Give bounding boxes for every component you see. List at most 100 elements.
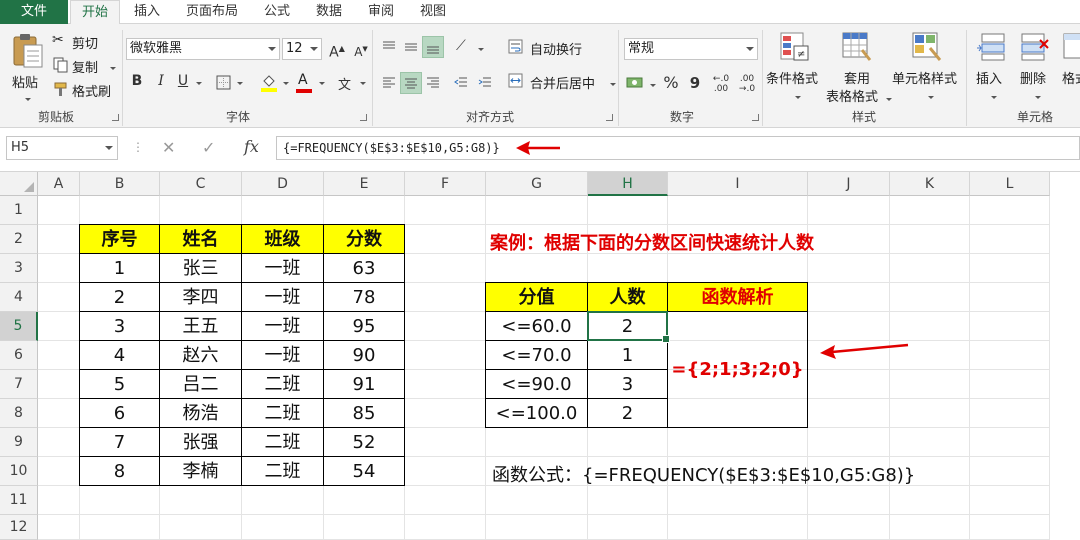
formula-input[interactable]: {=FREQUENCY($E$3:$E$10,G5:G8)} bbox=[276, 136, 1080, 160]
score-table-cell-score[interactable]: 91 bbox=[324, 370, 405, 399]
sheet-cell[interactable] bbox=[890, 196, 970, 225]
row-header-8[interactable]: 8 bbox=[0, 399, 38, 428]
column-header-i[interactable]: I bbox=[668, 172, 808, 196]
score-table-cell-seq-no[interactable]: 2 bbox=[80, 283, 160, 312]
sheet-cell[interactable] bbox=[405, 341, 486, 370]
sheet-cell[interactable] bbox=[405, 515, 486, 540]
conditional-formatting-button[interactable]: ≠ 条件格式 bbox=[766, 30, 826, 106]
sheet-cell[interactable] bbox=[890, 515, 970, 540]
sheet-cell[interactable] bbox=[38, 457, 80, 486]
column-header-j[interactable]: J bbox=[808, 172, 890, 196]
sheet-cell[interactable] bbox=[890, 370, 970, 399]
increase-decimal-button[interactable]: ←.0.00 bbox=[710, 72, 732, 94]
sheet-cell[interactable] bbox=[486, 428, 588, 457]
sheet-cell[interactable] bbox=[890, 283, 970, 312]
score-table-cell-class[interactable]: 二班 bbox=[242, 457, 324, 486]
font-size-combo[interactable]: 12 bbox=[282, 38, 322, 60]
font-launcher-icon[interactable] bbox=[360, 114, 367, 121]
sheet-cell[interactable] bbox=[970, 399, 1050, 428]
column-header-k[interactable]: K bbox=[890, 172, 970, 196]
column-header-e[interactable]: E bbox=[324, 172, 405, 196]
sheet-cell[interactable] bbox=[405, 254, 486, 283]
tab-home[interactable]: 开始 bbox=[70, 0, 120, 25]
score-table-cell-name[interactable]: 杨浩 bbox=[160, 399, 242, 428]
italic-button[interactable]: I bbox=[150, 70, 172, 92]
tab-data[interactable]: 数据 bbox=[306, 0, 352, 24]
sheet-cell[interactable] bbox=[38, 312, 80, 341]
font-name-combo[interactable]: 微软雅黑 bbox=[126, 38, 280, 60]
wrap-text-button[interactable]: 自动换行 bbox=[508, 38, 598, 58]
grow-font-button[interactable]: A▲ bbox=[326, 38, 348, 61]
sheet-cell[interactable] bbox=[38, 196, 80, 225]
score-table-cell-name[interactable]: 吕二 bbox=[160, 370, 242, 399]
freq-table-cell-count[interactable]: 2 bbox=[588, 399, 668, 428]
freq-table-cell-range[interactable]: <=70.0 bbox=[486, 341, 588, 370]
name-box[interactable]: H5 bbox=[6, 136, 118, 160]
sheet-cell[interactable] bbox=[890, 399, 970, 428]
underline-dropdown-icon[interactable] bbox=[194, 76, 202, 90]
sheet-cell[interactable] bbox=[80, 196, 160, 225]
tab-view[interactable]: 视图 bbox=[410, 0, 456, 24]
sheet-cell[interactable] bbox=[668, 254, 808, 283]
copy-button[interactable]: 复制 bbox=[52, 56, 120, 76]
freq-table-cell-range[interactable]: <=60.0 bbox=[486, 312, 588, 341]
delete-cells-button[interactable]: 删除 bbox=[1016, 30, 1056, 106]
sheet-cell[interactable] bbox=[38, 515, 80, 540]
fill-color-button[interactable] bbox=[258, 72, 292, 94]
score-table-cell-score[interactable]: 63 bbox=[324, 254, 405, 283]
sheet-cell[interactable] bbox=[80, 515, 160, 540]
score-table-cell-seq-no[interactable]: 6 bbox=[80, 399, 160, 428]
column-header-h[interactable]: H bbox=[588, 172, 668, 196]
score-table-cell-name[interactable]: 王五 bbox=[160, 312, 242, 341]
borders-button[interactable] bbox=[214, 74, 246, 92]
sheet-cell[interactable] bbox=[588, 254, 668, 283]
row-header-6[interactable]: 6 bbox=[0, 341, 38, 370]
sheet-cell[interactable] bbox=[808, 254, 890, 283]
sheet-cell[interactable] bbox=[588, 486, 668, 515]
row-header-1[interactable]: 1 bbox=[0, 196, 38, 225]
cancel-edit-button[interactable]: ✕ bbox=[162, 138, 175, 157]
freq-table-header-count[interactable]: 人数 bbox=[588, 283, 668, 312]
sheet-cell[interactable] bbox=[808, 225, 890, 254]
score-table-cell-class[interactable]: 一班 bbox=[242, 341, 324, 370]
sheet-cell[interactable] bbox=[405, 370, 486, 399]
comma-style-button[interactable]: 9 bbox=[684, 72, 706, 94]
percent-style-button[interactable]: % bbox=[660, 72, 682, 94]
format-painter-button[interactable]: 格式刷 bbox=[52, 80, 118, 100]
score-table-header-class[interactable]: 班级 bbox=[242, 225, 324, 254]
phonetic-button[interactable]: 文 bbox=[334, 72, 368, 94]
sheet-cell[interactable] bbox=[970, 515, 1050, 540]
tab-page-layout[interactable]: 页面布局 bbox=[176, 0, 248, 24]
sheet-cell[interactable] bbox=[808, 370, 890, 399]
score-table-cell-seq-no[interactable]: 4 bbox=[80, 341, 160, 370]
sheet-cell[interactable] bbox=[890, 428, 970, 457]
column-header-d[interactable]: D bbox=[242, 172, 324, 196]
sheet-cell[interactable] bbox=[808, 486, 890, 515]
tab-review[interactable]: 审阅 bbox=[358, 0, 404, 24]
sheet-cell[interactable] bbox=[808, 515, 890, 540]
row-header-2[interactable]: 2 bbox=[0, 225, 38, 254]
sheet-cell[interactable] bbox=[588, 196, 668, 225]
row-header-9[interactable]: 9 bbox=[0, 428, 38, 457]
sheet-cell[interactable] bbox=[970, 283, 1050, 312]
paste-button[interactable]: 粘贴 bbox=[8, 30, 48, 106]
sheet-cell[interactable] bbox=[970, 196, 1050, 225]
score-table-cell-class[interactable]: 二班 bbox=[242, 399, 324, 428]
score-table-cell-seq-no[interactable]: 8 bbox=[80, 457, 160, 486]
column-header-g[interactable]: G bbox=[486, 172, 588, 196]
sheet-cell[interactable] bbox=[588, 428, 668, 457]
score-table-cell-name[interactable]: 张三 bbox=[160, 254, 242, 283]
sheet-cell[interactable] bbox=[890, 312, 970, 341]
sheet-cell[interactable] bbox=[160, 515, 242, 540]
score-table-cell-seq-no[interactable]: 1 bbox=[80, 254, 160, 283]
row-header-4[interactable]: 4 bbox=[0, 283, 38, 312]
row-header-5[interactable]: 5 bbox=[0, 312, 38, 341]
sheet-cell[interactable] bbox=[405, 428, 486, 457]
sheet-cell[interactable] bbox=[405, 283, 486, 312]
shrink-font-button[interactable]: A▼ bbox=[350, 38, 372, 60]
sheet-cell[interactable] bbox=[242, 196, 324, 225]
sheet-cell[interactable] bbox=[38, 225, 80, 254]
sheet-cell[interactable] bbox=[405, 399, 486, 428]
increase-indent-button[interactable] bbox=[474, 72, 496, 94]
row-header-3[interactable]: 3 bbox=[0, 254, 38, 283]
